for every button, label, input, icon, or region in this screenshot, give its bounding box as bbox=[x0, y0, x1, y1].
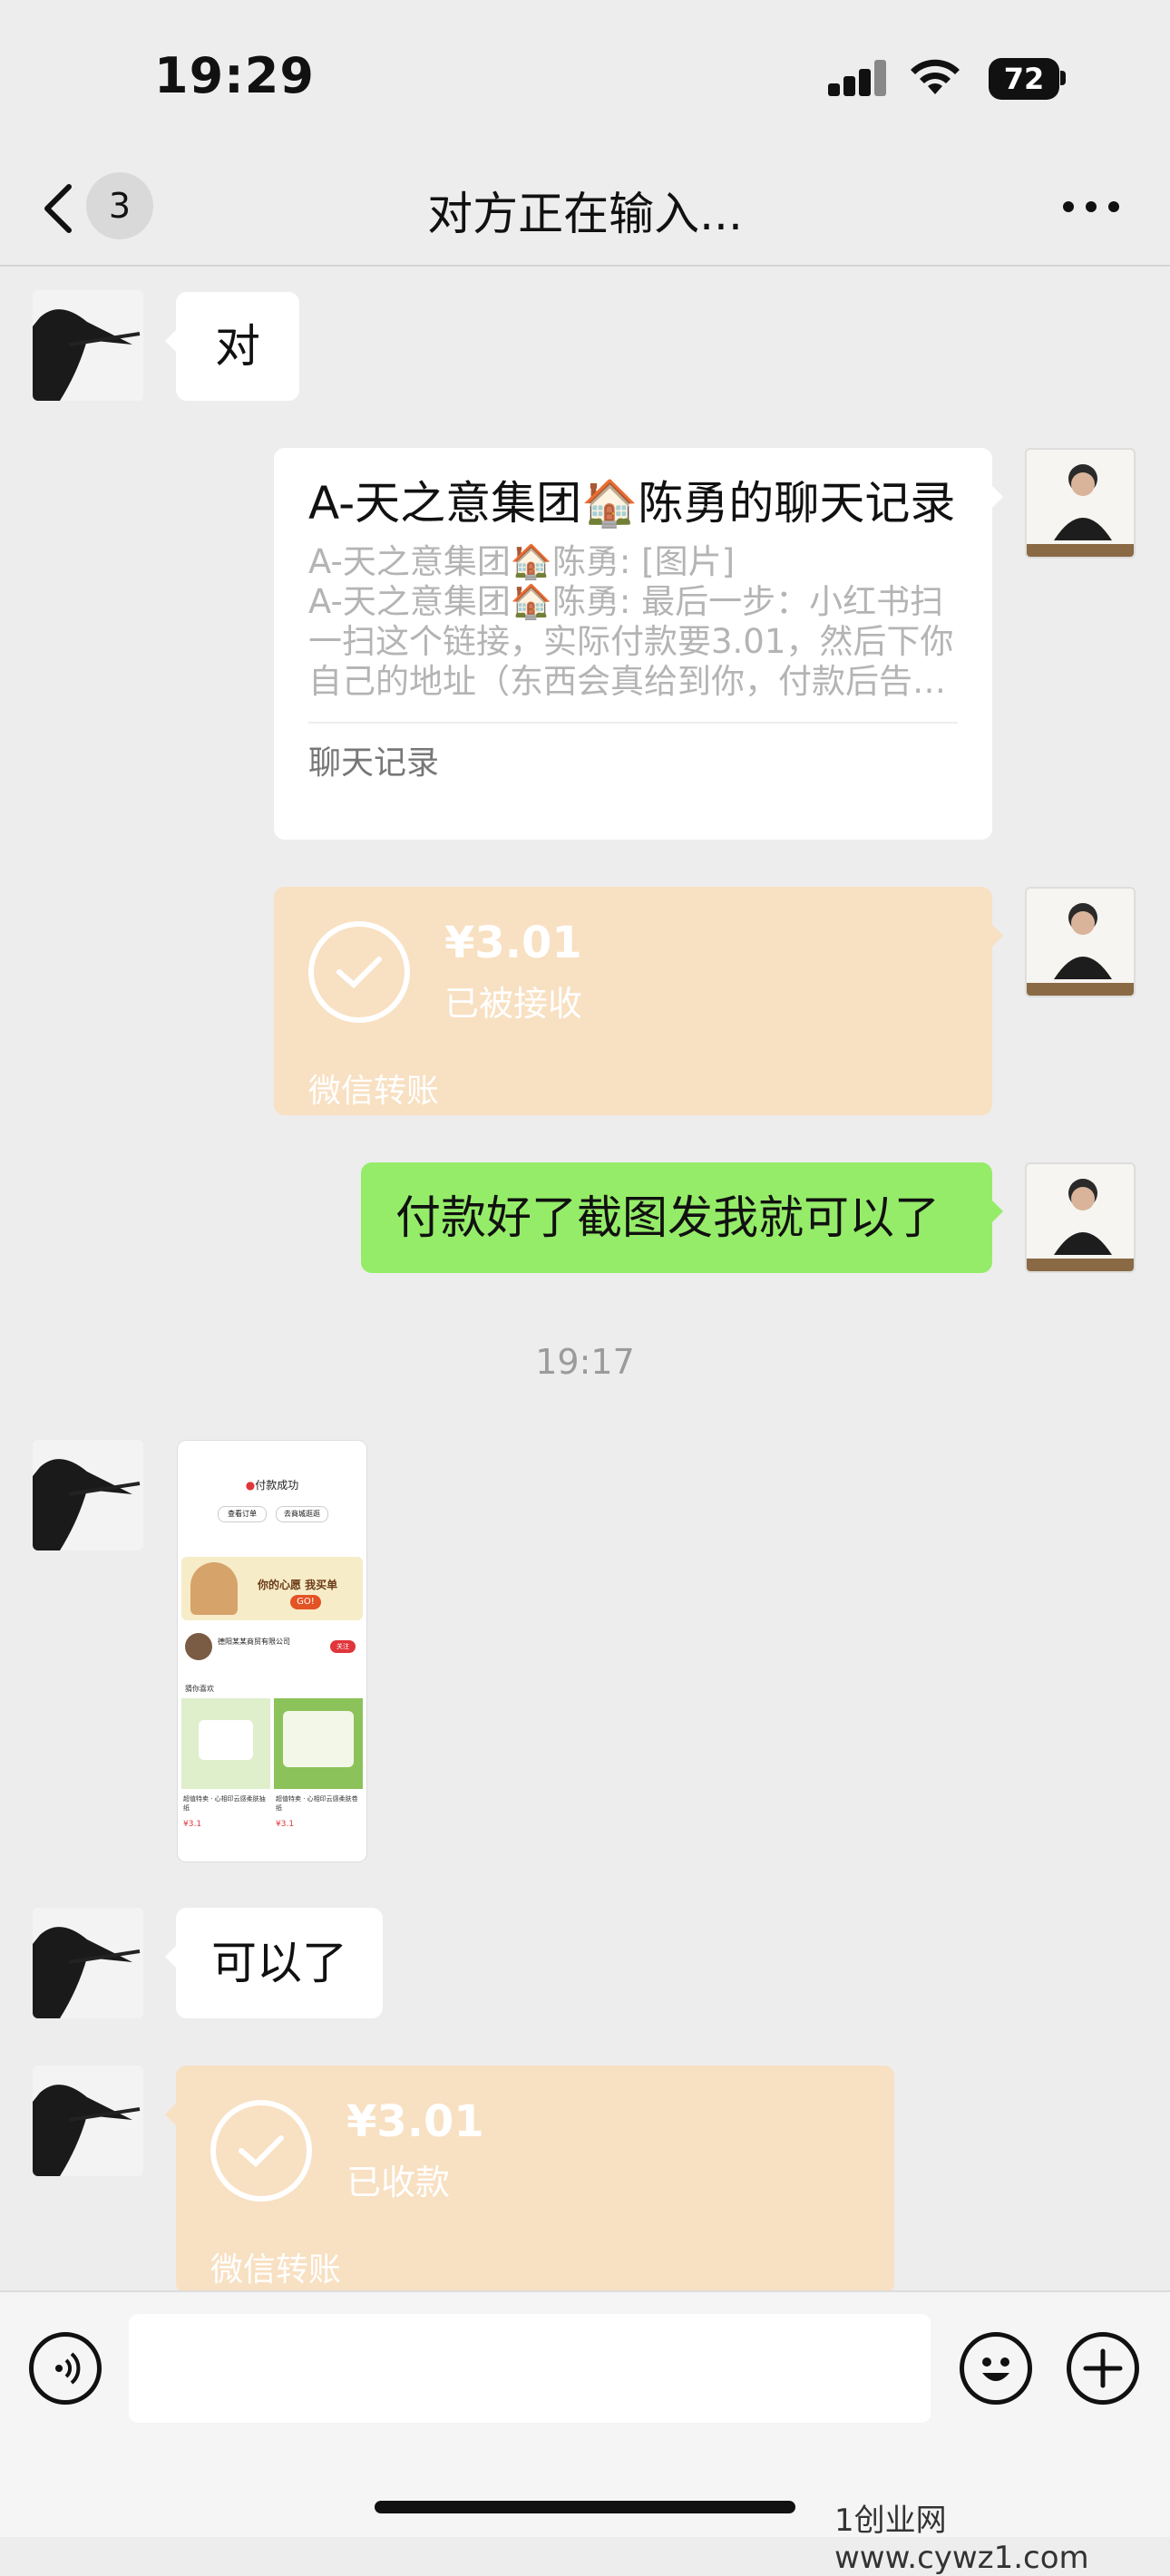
chat-record-card[interactable]: A-天之意集团🏠陈勇的聊天记录 A-天之意集团🏠陈勇: [图片] A-天之意集团… bbox=[274, 448, 1003, 840]
record-title: A-天之意集团🏠陈勇的聊天记录 bbox=[308, 477, 956, 530]
product-image bbox=[181, 1698, 270, 1789]
product-price: ¥3.1 bbox=[183, 1820, 202, 1829]
product-title: 超值特卖 · 心相印云感柔肤卷纸 bbox=[276, 1795, 358, 1812]
house-icon: 🏠 bbox=[510, 582, 552, 621]
my-avatar[interactable] bbox=[1025, 448, 1136, 559]
record-line: 一扫这个链接，实际付款要3.01，然后下你 bbox=[308, 622, 954, 661]
contact-avatar[interactable] bbox=[33, 2066, 143, 2176]
battery-cap bbox=[1060, 71, 1066, 85]
check-circle-icon: ● bbox=[245, 1479, 256, 1492]
contact-avatar[interactable] bbox=[33, 1908, 143, 2018]
product-title: 超值特卖 · 心相印云感柔肤抽纸 bbox=[183, 1795, 266, 1812]
message-bubble[interactable]: 付款好了截图发我就可以了 bbox=[361, 1162, 1003, 1273]
view-order-button: 查看订单 bbox=[218, 1506, 267, 1522]
mascot-icon bbox=[190, 1562, 238, 1615]
my-avatar[interactable] bbox=[1025, 887, 1136, 997]
record-line: A-天之意集团🏠陈勇: 最后一步：小红书扫 bbox=[308, 582, 944, 621]
more-icon[interactable] bbox=[1063, 198, 1119, 216]
emoji-icon[interactable] bbox=[960, 2332, 1032, 2405]
transfer-footer: 微信转账 bbox=[210, 2251, 342, 2289]
message-text: 付款好了截图发我就可以了 bbox=[395, 1191, 940, 1244]
battery-icon: 72 bbox=[989, 58, 1059, 100]
transfer-status: 已收款 bbox=[346, 2163, 451, 2202]
home-indicator[interactable] bbox=[375, 2501, 795, 2513]
transfer-card[interactable]: ¥3.01 已收款 微信转账 bbox=[165, 2066, 894, 2294]
store-avatar bbox=[185, 1633, 212, 1660]
house-icon: 🏠 bbox=[581, 477, 639, 530]
follow-button: 关注 bbox=[330, 1640, 356, 1653]
record-line: 自己的地址（东西会真给到你，付款后告… bbox=[308, 662, 946, 701]
transfer-amount: ¥3.01 bbox=[444, 918, 582, 968]
transfer-card[interactable]: ¥3.01 已被接收 微信转账 bbox=[274, 887, 1003, 1115]
mall-button: 去商城逛逛 bbox=[276, 1506, 328, 1522]
time-stamp: 19:17 bbox=[535, 1342, 635, 1382]
contact-avatar[interactable] bbox=[33, 290, 143, 401]
message-text: 对 bbox=[215, 320, 260, 373]
product-price: ¥3.1 bbox=[276, 1820, 295, 1829]
signal-icon bbox=[828, 60, 888, 96]
transfer-status: 已被接收 bbox=[444, 984, 583, 1024]
record-footer: 聊天记录 bbox=[308, 722, 958, 783]
transfer-footer: 微信转账 bbox=[308, 1073, 440, 1110]
wifi-icon bbox=[907, 54, 963, 98]
voice-icon[interactable] bbox=[29, 2332, 102, 2405]
product-image bbox=[274, 1698, 363, 1789]
message-text: 可以了 bbox=[211, 1937, 347, 1989]
screenshot-image[interactable]: ●付款成功 查看订单 去商城逛逛 你的心愿 我买单 GO! 德阳某某商贸有限公司… bbox=[177, 1440, 367, 1862]
contact-avatar[interactable] bbox=[33, 1440, 143, 1550]
watermark: 1创业网www.cywz1.com bbox=[834, 2503, 1089, 2576]
store-name: 德阳某某商贸有限公司 bbox=[218, 1638, 290, 1646]
guess-label: 猜你喜欢 bbox=[185, 1685, 214, 1693]
pay-success: ●付款成功 bbox=[245, 1479, 299, 1492]
message-input[interactable] bbox=[129, 2314, 931, 2423]
record-line: A-天之意集团🏠陈勇: [图片] bbox=[308, 542, 736, 581]
transfer-amount: ¥3.01 bbox=[346, 2096, 484, 2147]
promo-banner: 你的心愿 我买单 GO! bbox=[181, 1557, 363, 1620]
status-time: 19:29 bbox=[154, 47, 315, 104]
chat-title: 对方正在输入... bbox=[427, 188, 743, 240]
message-bubble[interactable]: 可以了 bbox=[165, 1908, 383, 2018]
check-icon bbox=[210, 2100, 312, 2202]
check-icon bbox=[308, 921, 410, 1023]
my-avatar[interactable] bbox=[1025, 1162, 1136, 1273]
message-bubble[interactable]: 对 bbox=[165, 292, 299, 401]
plus-icon[interactable] bbox=[1067, 2332, 1139, 2405]
house-icon: 🏠 bbox=[510, 542, 552, 581]
